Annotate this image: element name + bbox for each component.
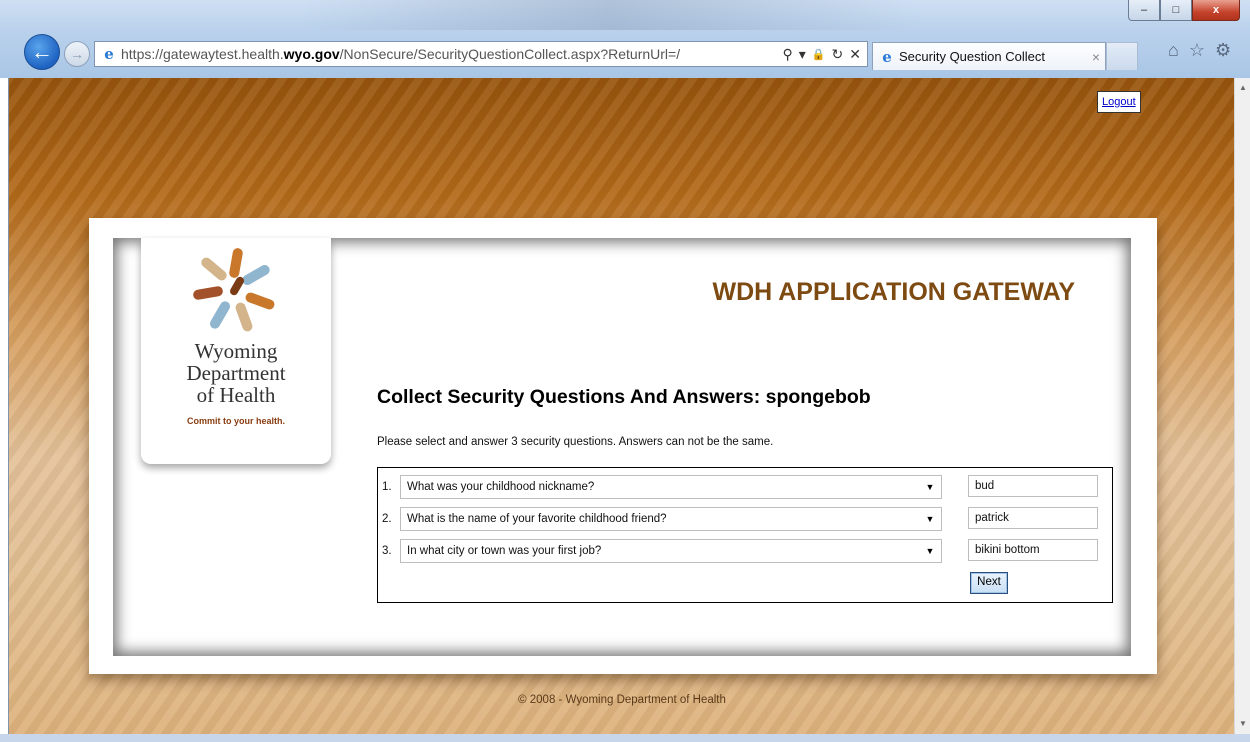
browser-titlebar: – □ x ← → e https://gatewaytest.health.w…	[0, 0, 1250, 78]
logo-tagline: Commit to your health.	[186, 416, 285, 426]
new-tab-button[interactable]	[1106, 42, 1138, 70]
chevron-down-icon: ▼	[925, 482, 935, 492]
back-button[interactable]: ←	[24, 34, 60, 70]
vertical-scrollbar[interactable]: ▲ ▼	[1234, 78, 1250, 734]
question-row: 1. What was your childhood nickname? ▼ b…	[378, 475, 1112, 499]
question-selected-value: What was your childhood nickname?	[407, 481, 595, 493]
close-tab-icon[interactable]: ×	[1087, 49, 1105, 65]
wdh-logo: Wyoming Department of Health Commit to y…	[141, 238, 331, 464]
minimize-button[interactable]: –	[1128, 0, 1160, 21]
home-icon[interactable]: ⌂	[1168, 40, 1179, 61]
gateway-title: WDH APPLICATION GATEWAY	[712, 278, 1076, 306]
scroll-down-icon[interactable]: ▼	[1235, 716, 1250, 732]
chevron-down-icon[interactable]: ▾	[799, 46, 806, 63]
answer-input[interactable]: bikini bottom	[968, 539, 1098, 561]
question-select[interactable]: In what city or town was your first job?…	[400, 539, 942, 563]
question-row: 3. In what city or town was your first j…	[378, 539, 1112, 563]
forward-button[interactable]: →	[64, 41, 90, 67]
logout-link[interactable]: Logout	[1097, 91, 1141, 113]
question-number: 2.	[382, 513, 392, 525]
gear-icon[interactable]: ⚙	[1215, 40, 1231, 61]
ie-page-icon: e	[104, 45, 114, 63]
content-card: Wyoming Department of Health Commit to y…	[89, 218, 1157, 674]
question-select[interactable]: What is the name of your favorite childh…	[400, 507, 942, 531]
url-text[interactable]: https://gatewaytest.health.wyo.gov/NonSe…	[121, 46, 783, 62]
question-number: 3.	[382, 545, 392, 557]
tab-title: Security Question Collect	[899, 49, 1045, 64]
url-domain: wyo.gov	[283, 46, 340, 62]
stop-icon[interactable]: ✕	[849, 46, 861, 63]
logo-text: Wyoming Department of Health	[141, 340, 331, 406]
scroll-up-icon[interactable]: ▲	[1235, 80, 1250, 96]
page-viewport: Logout Wyoming Department of Health Comm…	[8, 78, 1235, 734]
question-selected-value: In what city or town was your first job?	[407, 545, 602, 557]
logo-line-2: Department	[186, 361, 286, 385]
chevron-down-icon: ▼	[925, 514, 935, 524]
logo-line-3: of Health	[196, 383, 276, 407]
refresh-icon[interactable]: ↻	[832, 46, 844, 63]
address-bar[interactable]: e https://gatewaytest.health.wyo.gov/Non…	[94, 41, 868, 67]
url-path: /NonSecure/SecurityQuestionCollect.aspx?…	[339, 46, 681, 62]
question-select[interactable]: What was your childhood nickname? ▼	[400, 475, 942, 499]
search-icon[interactable]: ⚲	[783, 46, 793, 63]
window-controls: – □ x	[1128, 0, 1240, 21]
logo-line-1: Wyoming	[194, 339, 278, 363]
maximize-button[interactable]: □	[1160, 0, 1192, 21]
url-scheme: https://gatewaytest.health.	[121, 46, 284, 62]
lock-icon[interactable]: 🔒	[812, 48, 826, 61]
window-bottom-border	[0, 734, 1250, 742]
security-questions-form: 1. What was your childhood nickname? ▼ b…	[377, 467, 1113, 603]
ie-tab-icon: e	[882, 47, 892, 66]
chevron-down-icon: ▼	[925, 546, 935, 556]
address-tools: ⚲ ▾ 🔒 ↻ ✕	[783, 46, 867, 63]
instructions-text: Please select and answer 3 security ques…	[377, 436, 774, 448]
next-button[interactable]: Next	[970, 572, 1008, 594]
page-title: Collect Security Questions And Answers: …	[377, 386, 871, 408]
copyright-footer: © 2008 - Wyoming Department of Health	[518, 694, 726, 706]
titlebar-background	[300, 0, 920, 30]
browser-toolbar-icons: ⌂ ☆ ⚙	[1168, 40, 1231, 61]
answer-input[interactable]: bud	[968, 475, 1098, 497]
content-frame: Wyoming Department of Health Commit to y…	[113, 238, 1131, 656]
question-selected-value: What is the name of your favorite childh…	[407, 513, 667, 525]
favorites-icon[interactable]: ☆	[1189, 40, 1205, 61]
question-number: 1.	[382, 481, 392, 493]
tab-security-question-collect[interactable]: e Security Question Collect ×	[872, 42, 1106, 70]
logo-figures-icon	[191, 246, 281, 336]
answer-input[interactable]: patrick	[968, 507, 1098, 529]
question-row: 2. What is the name of your favorite chi…	[378, 507, 1112, 531]
close-window-button[interactable]: x	[1192, 0, 1240, 21]
